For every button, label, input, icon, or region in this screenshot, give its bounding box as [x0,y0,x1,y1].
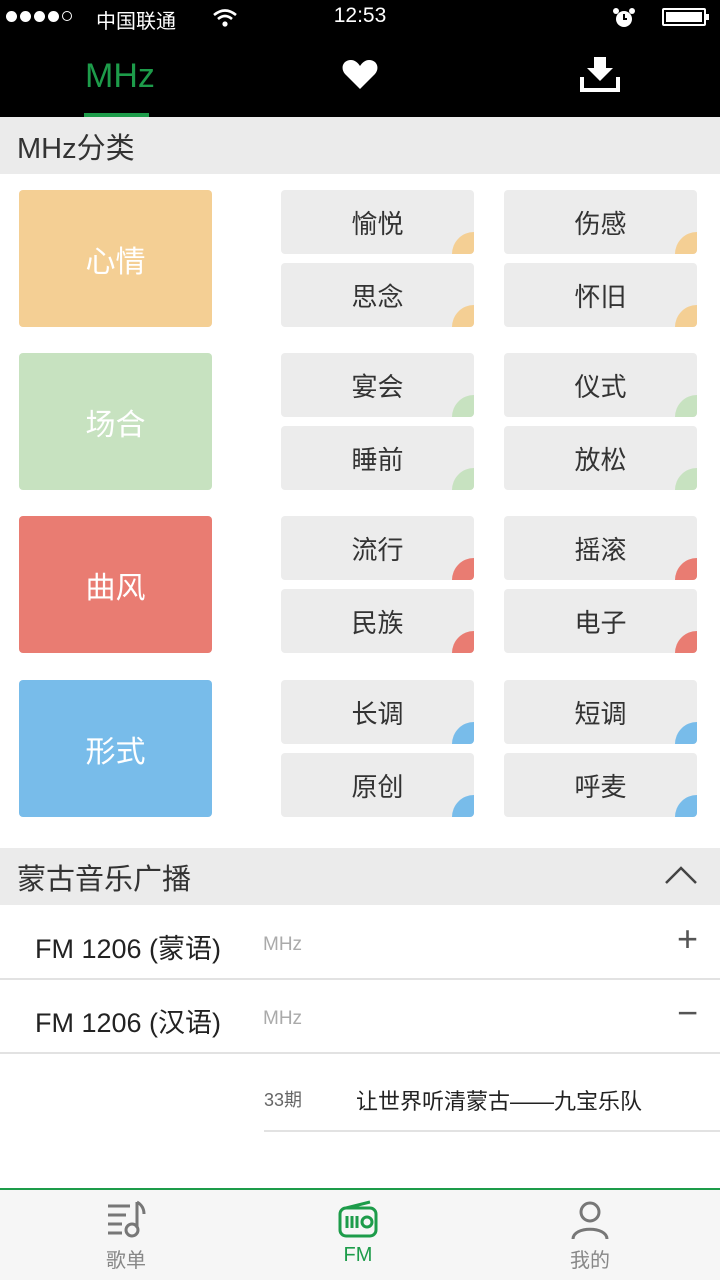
playlist-icon [104,1198,148,1242]
station-unit: MHz [263,1008,303,1029]
subcategory-button[interactable]: 短调 [504,680,697,744]
subcategory-button[interactable]: 长调 [281,680,474,744]
corner-accent [675,795,697,817]
subcategory-label: 短调 [574,698,627,729]
alarm-icon [612,6,636,35]
station-name: FM 1206 (汉语) [35,1008,222,1038]
episode-title: 让世界听清蒙古——九宝乐队 [356,1089,643,1114]
episode-row[interactable]: 33期 让世界听清蒙古——九宝乐队 [264,1056,720,1132]
subcategory-label: 民族 [351,607,404,638]
subcategory-button[interactable]: 放松 [504,426,697,490]
corner-accent [452,395,474,417]
corner-accent [675,722,697,744]
subcategory-label: 睡前 [351,444,404,475]
corner-accent [452,631,474,653]
tab-favorites[interactable] [240,36,480,117]
tab-playlist-label: 歌单 [106,1250,146,1272]
subcategory-button[interactable]: 伤感 [504,190,697,254]
subcategory-label: 电子 [574,607,627,638]
profile-icon [568,1198,612,1242]
subcategory-label: 宴会 [351,371,404,402]
subcategory-button[interactable]: 民族 [281,589,474,653]
corner-accent [452,722,474,744]
station-name: FM 1206 (蒙语) [35,934,222,964]
station-row[interactable]: FM 1206 (蒙语) MHz + [0,907,720,980]
category-section-title: MHz分类 [17,132,135,165]
tab-fm-label: FM [343,1244,373,1266]
chevron-up-icon[interactable] [664,860,698,893]
subcategory-button[interactable]: 流行 [281,516,474,580]
subcategory-label: 长调 [351,698,404,729]
corner-accent [675,468,697,490]
corner-accent [452,232,474,254]
corner-accent [452,795,474,817]
category-grid: 心情 愉悦 伤感 思念 怀旧 场合 宴会 仪式 睡前 放松 曲风 流行 摇滚 民… [0,174,720,848]
tab-playlist[interactable]: 歌单 [6,1190,246,1280]
heart-icon [342,58,378,95]
radio-section-title: 蒙古音乐广播 [17,863,192,896]
category-occasion-label: 场合 [85,408,146,442]
subcategory-button[interactable]: 呼麦 [504,753,697,817]
subcategory-button[interactable]: 愉悦 [281,190,474,254]
subcategory-button[interactable]: 思念 [281,263,474,327]
category-mood-label: 心情 [85,245,146,279]
corner-accent [452,305,474,327]
tab-mhz[interactable]: MHz [0,36,240,117]
subcategory-button[interactable]: 睡前 [281,426,474,490]
expand-station-button[interactable]: + [677,921,698,957]
radio-icon [336,1198,380,1242]
battery-icon [662,8,709,26]
corner-accent [452,468,474,490]
subcategory-label: 仪式 [574,371,627,402]
tab-mine-label: 我的 [570,1250,610,1272]
subcategory-label: 摇滚 [574,534,627,565]
subcategory-label: 放松 [574,444,627,475]
top-navigation: MHz [0,36,720,117]
category-section-header: MHz分类 [0,117,720,174]
category-style-label: 曲风 [85,571,146,605]
tab-mhz-label: MHz [85,57,155,95]
subcategory-button[interactable]: 电子 [504,589,697,653]
status-bar: 中国联通 12:53 [0,0,720,36]
subcategory-label: 怀旧 [574,281,627,312]
subcategory-label: 伤感 [574,208,627,239]
subcategory-label: 愉悦 [351,208,404,239]
subcategory-label: 流行 [351,534,404,565]
station-unit: MHz [263,934,303,955]
station-row[interactable]: FM 1206 (汉语) MHz − [0,981,720,1054]
tab-downloads[interactable] [480,36,720,117]
collapse-station-button[interactable]: − [677,995,698,1031]
category-mood[interactable]: 心情 [19,190,212,327]
subcategory-button[interactable]: 仪式 [504,353,697,417]
subcategory-button[interactable]: 宴会 [281,353,474,417]
bottom-tab-bar: 歌单 FM 我的 [0,1188,720,1280]
category-form[interactable]: 形式 [19,680,212,817]
corner-accent [675,232,697,254]
episode-number: 33期 [264,1090,303,1110]
tab-fm[interactable]: FM [238,1190,478,1280]
corner-accent [675,305,697,327]
radio-section-header[interactable]: 蒙古音乐广播 [0,848,720,905]
corner-accent [675,631,697,653]
corner-accent [675,558,697,580]
subcategory-label: 呼麦 [574,771,627,802]
category-form-label: 形式 [85,735,146,769]
subcategory-label: 思念 [351,281,404,312]
subcategory-label: 原创 [351,771,404,802]
corner-accent [675,395,697,417]
category-style[interactable]: 曲风 [19,516,212,653]
subcategory-button[interactable]: 怀旧 [504,263,697,327]
subcategory-button[interactable]: 原创 [281,753,474,817]
tab-mine[interactable]: 我的 [470,1190,710,1280]
corner-accent [452,558,474,580]
category-occasion[interactable]: 场合 [19,353,212,490]
download-icon [579,55,621,98]
subcategory-button[interactable]: 摇滚 [504,516,697,580]
